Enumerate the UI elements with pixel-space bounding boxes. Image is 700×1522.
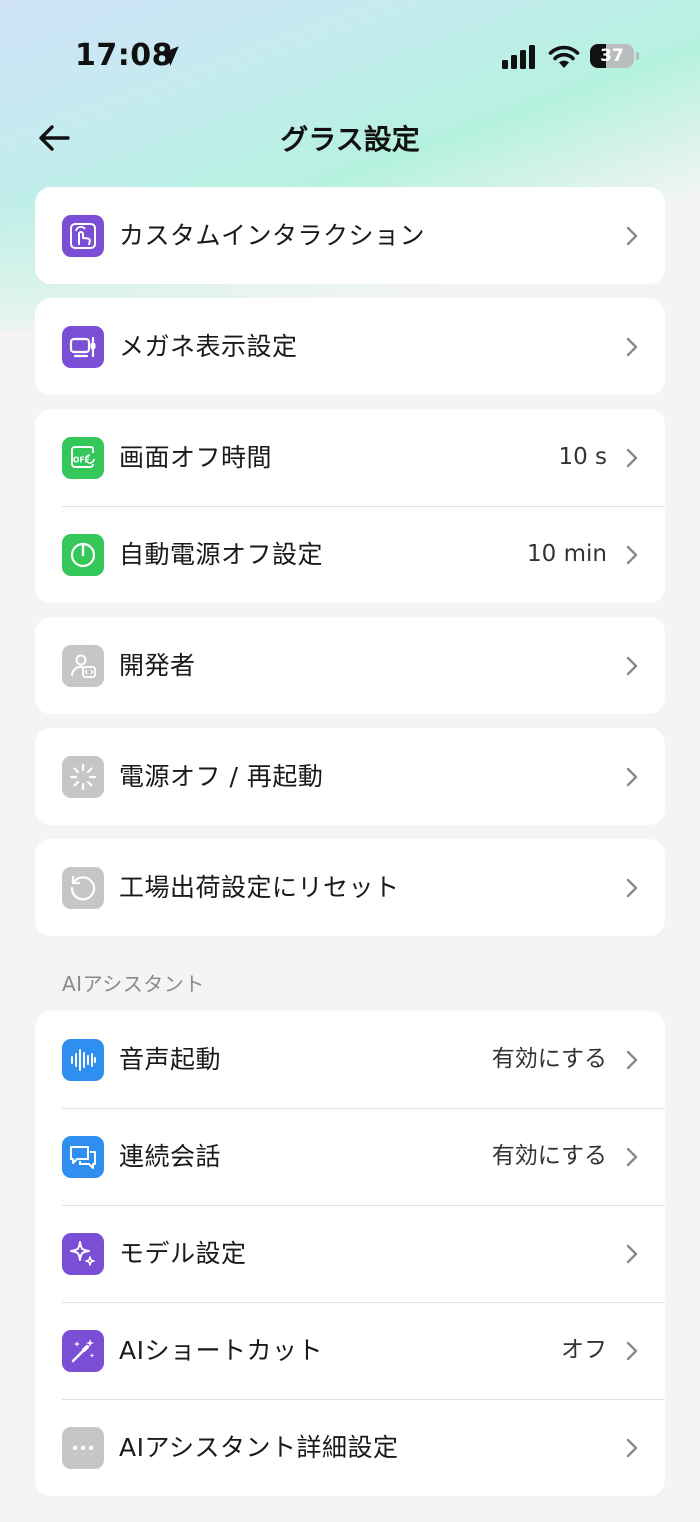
row-ai-advanced[interactable]: AIアシスタント詳細設定 [35,1399,665,1496]
row-label: 連続会話 [119,1142,222,1171]
row-developer[interactable]: 開発者 [35,617,665,714]
battery-indicator: 37 [590,44,639,68]
row-label: モデル設定 [119,1239,247,1268]
magic-wand-icon [62,1330,104,1372]
nav-header: グラス設定 [0,110,700,166]
cellular-signal-icon [502,45,535,69]
row-ai-shortcut[interactable]: AIショートカット オフ [35,1302,665,1399]
section-header-ai: AIアシスタント [62,972,205,996]
row-factory-reset[interactable]: 工場出荷設定にリセット [35,839,665,936]
location-arrow-icon [159,46,179,66]
chevron-right-icon [626,1244,638,1264]
status-bar: 17:08 37 [0,0,700,110]
chevron-right-icon [626,1438,638,1458]
chevron-right-icon [626,226,638,246]
row-value: 10 s [558,444,607,470]
row-model-settings[interactable]: モデル設定 [35,1205,665,1302]
row-label: 自動電源オフ設定 [119,540,324,569]
row-continuous-chat[interactable]: 連続会話 有効にする [35,1108,665,1205]
row-label: 開発者 [119,651,196,680]
row-label: 工場出荷設定にリセット [119,873,400,902]
settings-list: カスタムインタラクション メガネ表示設定 OFF 画面オフ時間 10 s 自動電… [35,187,665,1510]
display-settings-icon [62,326,104,368]
row-auto-power-off[interactable]: 自動電源オフ設定 10 min [35,506,665,603]
chevron-right-icon [626,656,638,676]
row-label: AIアシスタント詳細設定 [119,1433,399,1462]
chevron-right-icon [626,1341,638,1361]
settings-card-ai: 音声起動 有効にする 連続会話 有効にする モデル設定 AIショートカット オフ… [35,1011,665,1496]
chevron-right-icon [626,448,638,468]
reset-icon [62,867,104,909]
wifi-icon [548,45,580,68]
chevron-right-icon [626,337,638,357]
chevron-right-icon [626,545,638,565]
page-title: グラス設定 [280,123,420,156]
settings-card: カスタムインタラクション [35,187,665,284]
chat-bubbles-icon [62,1136,104,1178]
row-custom-interaction[interactable]: カスタムインタラクション [35,187,665,284]
developer-icon [62,645,104,687]
row-label: カスタムインタラクション [119,221,426,250]
chevron-right-icon [626,1147,638,1167]
row-voice-wake[interactable]: 音声起動 有効にする [35,1011,665,1108]
sparkles-icon [62,1233,104,1275]
settings-page: 17:08 37 グラス設定 カスタムインタラクション メガネ表示設定 OFF … [0,0,700,1522]
row-value: オフ [561,1337,607,1363]
loading-spinner-icon [62,756,104,798]
row-value: 10 min [527,541,607,567]
settings-card: 電源オフ / 再起動 [35,728,665,825]
row-label: 画面オフ時間 [119,443,273,472]
row-label: 電源オフ / 再起動 [119,762,324,791]
row-power-restart[interactable]: 電源オフ / 再起動 [35,728,665,825]
battery-percent: 37 [600,46,624,66]
touch-gesture-icon [62,215,104,257]
voice-wave-icon [62,1039,104,1081]
settings-card: 工場出荷設定にリセット [35,839,665,936]
row-value: 有効にする [491,1143,607,1169]
screen-off-icon: OFF [62,437,104,479]
chevron-right-icon [626,878,638,898]
row-glasses-display[interactable]: メガネ表示設定 [35,298,665,395]
power-icon [62,534,104,576]
more-dots-icon [62,1427,104,1469]
row-label: 音声起動 [119,1045,222,1074]
row-label: メガネ表示設定 [119,332,298,361]
row-screen-off-time[interactable]: OFF 画面オフ時間 10 s [35,409,665,506]
chevron-right-icon [626,1050,638,1070]
chevron-right-icon [626,767,638,787]
settings-card: 開発者 [35,617,665,714]
row-label: AIショートカット [119,1336,323,1365]
settings-card: OFF 画面オフ時間 10 s 自動電源オフ設定 10 min [35,409,665,603]
row-value: 有効にする [491,1046,607,1072]
settings-card: メガネ表示設定 [35,298,665,395]
